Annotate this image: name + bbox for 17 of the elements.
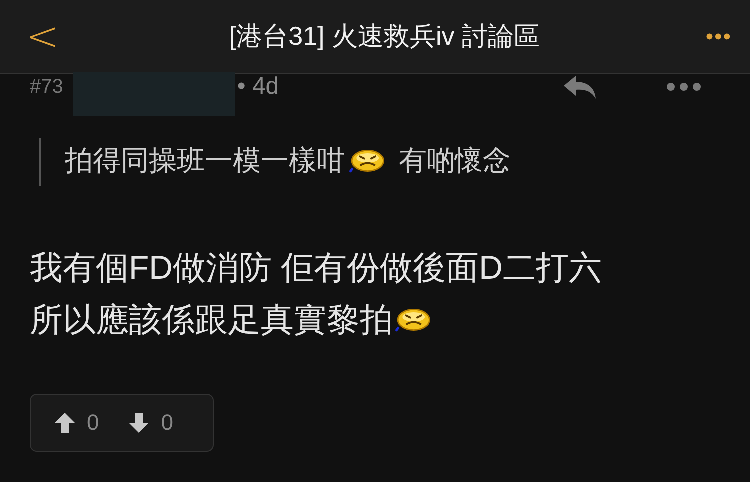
downvote-button[interactable]: 0: [129, 410, 174, 436]
back-button[interactable]: <: [22, 16, 64, 56]
more-icon[interactable]: [666, 82, 702, 92]
upvote-button[interactable]: 0: [55, 410, 100, 436]
up-arrow-icon: [55, 412, 75, 434]
reply-icon[interactable]: [562, 74, 598, 100]
quote-text: 拍得同操班一模一樣咁: [65, 144, 345, 178]
more-button[interactable]: •••: [706, 24, 732, 50]
quote-text: 有啲懷念: [399, 144, 511, 178]
post-text: 我有個FD做消防 佢有份做後面D二打六: [30, 248, 602, 288]
post-number: #73: [30, 76, 64, 98]
thread-title: [港台31] 火速救兵iv 討論區: [228, 20, 541, 53]
emoji-icon: [393, 306, 431, 334]
emoji-icon: [347, 147, 385, 175]
post-age: • 4d: [237, 73, 280, 101]
down-arrow-icon: [129, 412, 150, 434]
post-text: 所以應該係跟足真實黎拍: [30, 300, 393, 340]
